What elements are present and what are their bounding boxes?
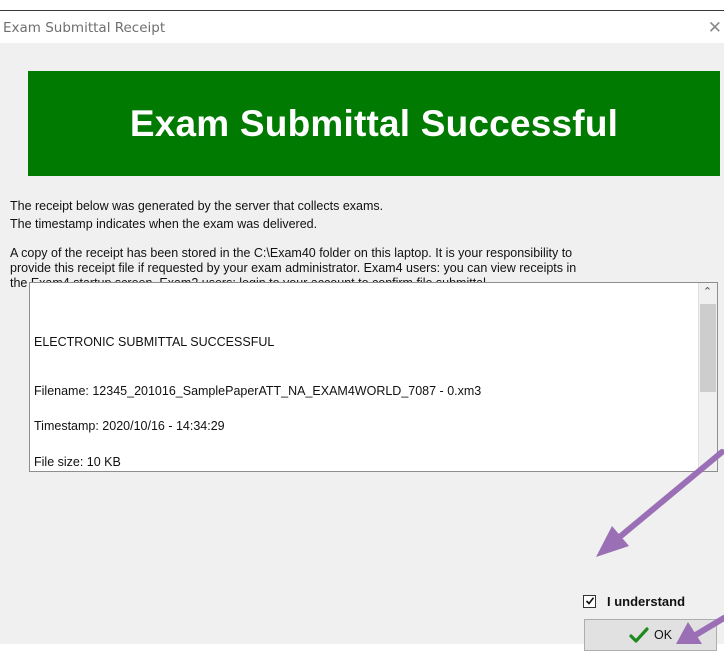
scroll-up-icon[interactable]: ⌃ <box>699 283 716 301</box>
receipt-heading: ELECTRONIC SUBMITTAL SUCCESSFUL <box>34 335 275 349</box>
ok-label: OK <box>653 628 673 642</box>
checkbox-check-icon <box>585 597 594 605</box>
info-line-1: The receipt below was generated by the s… <box>10 199 384 213</box>
checkmark-icon <box>629 627 649 643</box>
understand-checkbox-row[interactable]: I understand <box>583 593 685 609</box>
understand-label: I understand <box>607 593 686 609</box>
receipt-filename: Filename: 12345_201016_SamplePaperATT_NA… <box>34 384 482 398</box>
receipt-scrollbar[interactable]: ⌃ ⌄ <box>698 283 717 471</box>
window-top-edge <box>0 0 724 11</box>
close-icon[interactable]: ✕ <box>708 18 722 38</box>
title-bar: Exam Submittal Receipt ✕ <box>0 11 724 43</box>
window-title: Exam Submittal Receipt <box>3 20 166 36</box>
info-paragraph-line-1: A copy of the receipt has been stored in… <box>10 246 573 260</box>
info-line-2: The timestamp indicates when the exam wa… <box>10 217 318 231</box>
success-banner: Exam Submittal Successful <box>28 71 720 176</box>
banner-title: Exam Submittal Successful <box>129 102 619 144</box>
receipt-textbox[interactable]: ELECTRONIC SUBMITTAL SUCCESSFUL Filename… <box>29 282 718 472</box>
info-paragraph-line-2: provide this receipt file if requested b… <box>10 261 577 275</box>
understand-checkbox[interactable] <box>583 594 596 608</box>
receipt-timestamp: Timestamp: 2020/10/16 - 14:34:29 <box>34 419 225 433</box>
ok-button[interactable]: OK <box>584 619 717 651</box>
receipt-filesize: File size: 10 KB <box>34 455 121 469</box>
scroll-thumb[interactable] <box>700 304 716 392</box>
scroll-down-icon[interactable]: ⌄ <box>699 453 716 471</box>
